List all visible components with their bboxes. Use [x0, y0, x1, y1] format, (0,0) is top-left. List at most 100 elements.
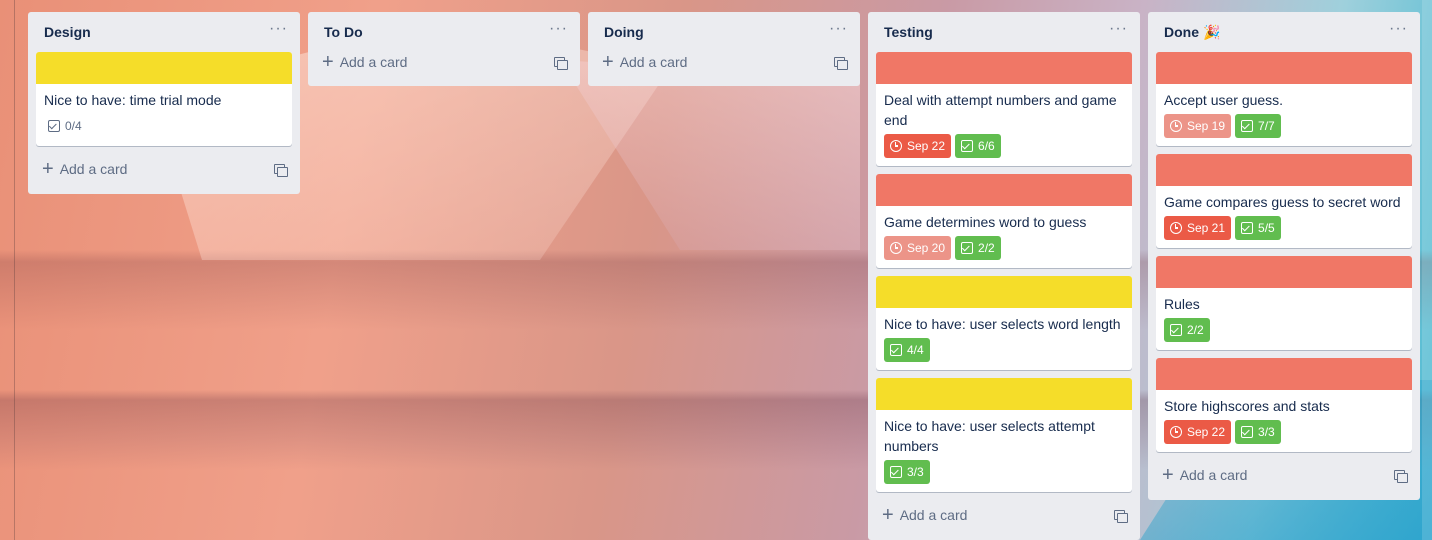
more-horizontal-icon[interactable]: ··· — [1109, 21, 1128, 40]
list-testing: Testing ··· Deal with attempt numbers and … — [868, 12, 1140, 540]
due-date-badge[interactable]: Sep 22 — [1164, 420, 1232, 444]
card-title: Deal with attempt numbers and game end — [884, 92, 1117, 128]
due-date-badge[interactable]: Sep 20 — [884, 236, 952, 260]
more-horizontal-icon[interactable]: ··· — [269, 21, 288, 40]
checklist-badge: 0/4 — [44, 114, 88, 138]
card[interactable]: Nice to have: user selects word length 4/… — [876, 276, 1132, 370]
due-date-badge[interactable]: Sep 21 — [1164, 216, 1232, 240]
card-title: Rules — [1164, 296, 1200, 312]
list-title-text: Doing — [604, 24, 644, 40]
party-emoji-icon: 🎉 — [1203, 23, 1221, 40]
plus-icon: + — [1162, 464, 1174, 486]
card-cover — [876, 52, 1132, 84]
list-header[interactable]: Testing ··· — [876, 12, 1132, 52]
card[interactable]: Nice to have: time trial mode 0/4 — [36, 52, 292, 146]
checkbox-icon — [890, 344, 902, 356]
list-title-text: Testing — [884, 24, 933, 40]
add-card-button[interactable]: + Add a card — [42, 159, 127, 179]
checklist-badge: 2/2 — [955, 236, 1001, 260]
card[interactable]: Game determines word to guess Sep 20 2/2 — [876, 174, 1132, 268]
card-title: Game determines word to guess — [884, 214, 1087, 230]
due-date-text: Sep 22 — [1187, 425, 1226, 439]
checklist-count: 2/2 — [978, 241, 995, 255]
more-horizontal-icon[interactable]: ··· — [1389, 21, 1408, 40]
card[interactable]: Nice to have: user selects attempt numbe… — [876, 378, 1132, 492]
card-template-icon[interactable] — [834, 56, 848, 70]
list-title-text: Done — [1164, 24, 1199, 40]
due-date-badge[interactable]: Sep 19 — [1164, 114, 1232, 138]
checkbox-icon — [961, 140, 974, 152]
add-card-button[interactable]: + Add a card — [602, 52, 687, 72]
checklist-count: 3/3 — [1258, 425, 1275, 439]
more-horizontal-icon[interactable]: ··· — [549, 21, 568, 40]
list-title-text: To Do — [324, 24, 363, 40]
checkbox-icon — [961, 242, 974, 254]
checklist-badge: 6/6 — [955, 134, 1001, 158]
checklist-badge: 4/4 — [884, 338, 930, 362]
checklist-count: 3/3 — [907, 465, 924, 479]
add-card-button[interactable]: + Add a card — [322, 52, 407, 72]
checkbox-icon — [1241, 426, 1254, 438]
card-body: Game compares guess to secret word Sep 21… — [1156, 186, 1412, 248]
card-title: Accept user guess. — [1164, 92, 1284, 108]
list-header[interactable]: Design ··· — [36, 12, 292, 52]
add-card-row: + Add a card — [316, 46, 572, 78]
clock-icon — [1170, 120, 1182, 132]
clock-icon — [1170, 222, 1182, 234]
checklist-count: 6/6 — [978, 139, 995, 153]
checklist-count: 0/4 — [65, 119, 82, 133]
plus-icon: + — [882, 504, 894, 526]
card-template-icon[interactable] — [1394, 469, 1408, 483]
list-title[interactable]: Testing — [884, 24, 933, 40]
card-template-icon[interactable] — [274, 163, 288, 177]
card[interactable]: Game compares guess to secret word Sep 21… — [1156, 154, 1412, 248]
card-body: Nice to have: user selects attempt numbe… — [876, 410, 1132, 492]
add-card-button[interactable]: + Add a card — [1162, 465, 1247, 485]
list-title[interactable]: Done 🎉 — [1164, 24, 1220, 41]
list-done: Done 🎉 ··· Accept user guess. Sep 19 7/7 Game … — [1148, 12, 1420, 500]
card-badges: 4/4 — [884, 338, 1124, 368]
checkbox-icon — [1170, 324, 1182, 336]
card-badges: 0/4 — [44, 114, 284, 144]
list-title[interactable]: To Do — [324, 24, 363, 40]
card-badges: Sep 21 5/5 — [1164, 216, 1404, 246]
card-cover — [876, 378, 1132, 410]
clock-icon — [890, 242, 902, 254]
add-card-button[interactable]: + Add a card — [882, 505, 967, 525]
checkbox-icon — [48, 120, 60, 132]
card-body: Accept user guess. Sep 19 7/7 — [1156, 84, 1412, 146]
due-date-badge[interactable]: Sep 22 — [884, 134, 952, 158]
card-body: Deal with attempt numbers and game end Se… — [876, 84, 1132, 166]
card-badges: Sep 22 3/3 — [1164, 420, 1404, 450]
card-body: Game determines word to guess Sep 20 2/2 — [876, 206, 1132, 268]
card[interactable]: Accept user guess. Sep 19 7/7 — [1156, 52, 1412, 146]
board-canvas: Design ··· Nice to have: time trial mode 0/… — [0, 0, 1432, 540]
due-date-text: Sep 19 — [1187, 119, 1226, 133]
due-date-text: Sep 20 — [907, 241, 946, 255]
card-body: Nice to have: time trial mode 0/4 — [36, 84, 292, 146]
checklist-count: 7/7 — [1258, 119, 1275, 133]
list-header[interactable]: Done 🎉 ··· — [1156, 12, 1412, 52]
due-date-text: Sep 21 — [1187, 221, 1226, 235]
checklist-badge: 3/3 — [1235, 420, 1281, 444]
card[interactable]: Store highscores and stats Sep 22 3/3 — [1156, 358, 1412, 452]
card-badges: Sep 20 2/2 — [884, 236, 1124, 266]
add-card-label: Add a card — [339, 54, 408, 70]
card-badges: Sep 22 6/6 — [884, 134, 1124, 164]
list-to-do: To Do ··· + Add a card — [308, 12, 580, 86]
checkbox-icon — [1241, 120, 1254, 132]
card-cover — [1156, 52, 1412, 84]
card-template-icon[interactable] — [554, 56, 568, 70]
more-horizontal-icon[interactable]: ··· — [829, 21, 848, 40]
card[interactable]: Deal with attempt numbers and game end Se… — [876, 52, 1132, 166]
add-card-row: + Add a card — [1156, 458, 1412, 492]
checkbox-icon — [1241, 222, 1254, 234]
plus-icon: + — [602, 51, 614, 73]
checklist-badge: 3/3 — [884, 460, 930, 484]
card[interactable]: Rules 2/2 — [1156, 256, 1412, 350]
list-doing: Doing ··· + Add a card — [588, 12, 860, 86]
list-title[interactable]: Doing — [604, 24, 644, 40]
card-template-icon[interactable] — [1114, 509, 1128, 523]
card-cover — [876, 276, 1132, 308]
list-title[interactable]: Design — [44, 24, 91, 40]
